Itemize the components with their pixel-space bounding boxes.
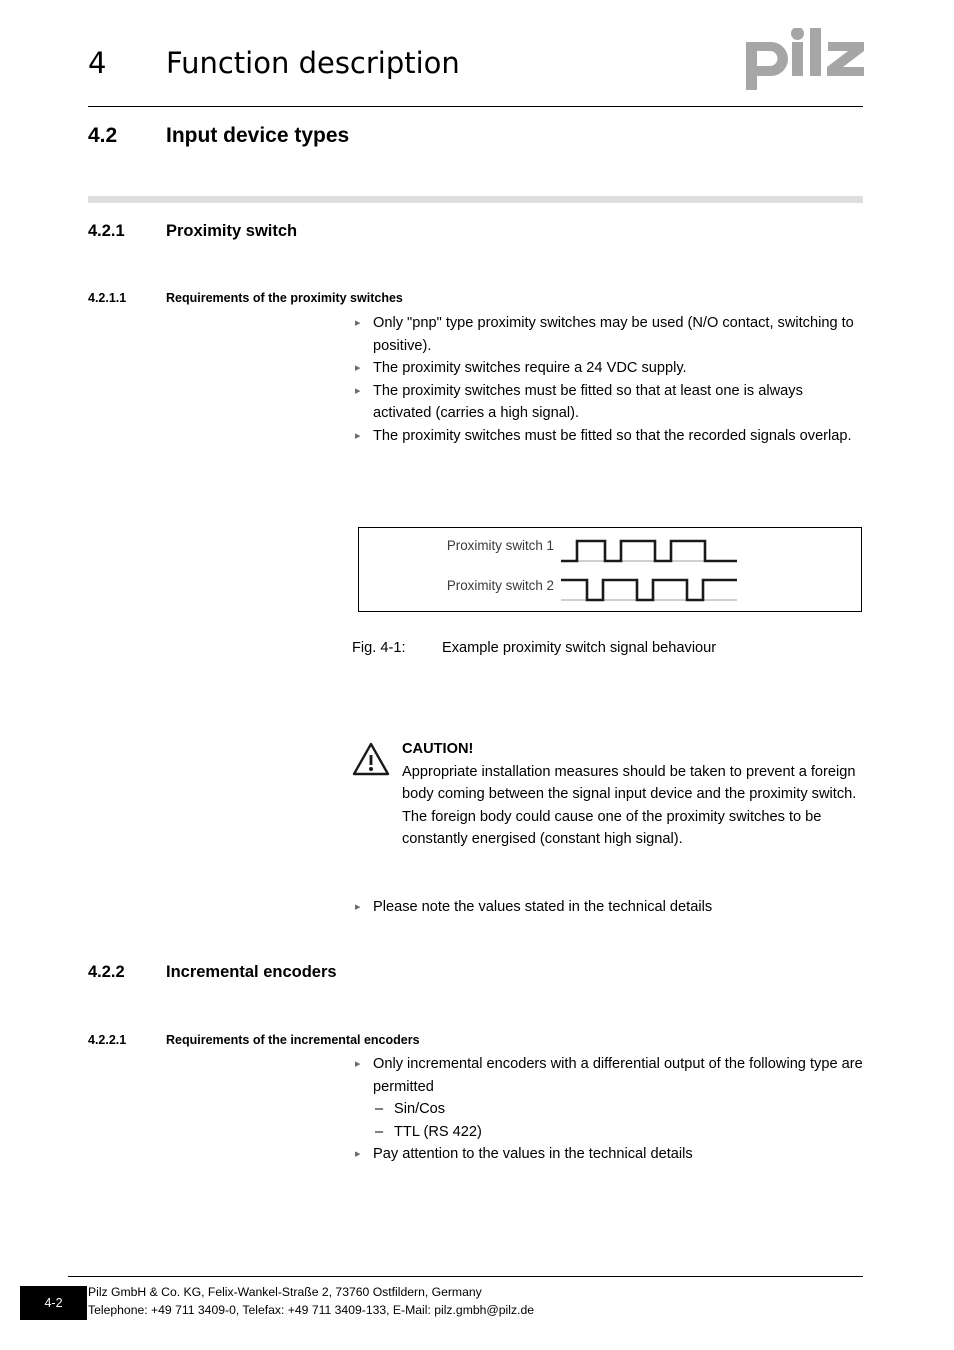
section-heading-4-2-1-1: 4.2.1.1 Requirements of the proximity sw… xyxy=(88,291,403,305)
footer-address: Pilz GmbH & Co. KG, Felix-Wankel-Straße … xyxy=(88,1284,534,1319)
subsubsection-title: Requirements of the incremental encoders xyxy=(166,1033,420,1047)
subsection-number: 4.2.2 xyxy=(88,963,125,981)
chapter-heading: 4 Function description xyxy=(88,46,728,80)
caution-title: CAUTION! xyxy=(402,741,474,757)
figure-caption: Fig. 4-1: Example proximity switch signa… xyxy=(352,640,716,656)
figure-caption-number: Fig. 4-1: xyxy=(352,640,406,656)
caution-text: Appropriate installation measures should… xyxy=(402,763,857,848)
footer-divider xyxy=(68,1276,863,1277)
subsection-title: Proximity switch xyxy=(166,222,298,240)
subsubsection-number: 4.2.2.1 xyxy=(88,1033,127,1047)
list-item: ▸ Only "pnp" type proximity switches may… xyxy=(352,312,864,357)
subsection-title: Incremental encoders xyxy=(166,963,337,981)
list-item: ▸ Please note the values stated in the t… xyxy=(352,896,864,919)
list-item-text: The proximity switches require a 24 VDC … xyxy=(373,360,687,377)
list-item: ▸ Pay attention to the values in the tec… xyxy=(352,1143,864,1166)
chapter-title: Function description xyxy=(166,46,460,80)
waveform-label-2: Proximity switch 2 xyxy=(446,578,554,593)
bullet-triangle-icon: ▸ xyxy=(355,317,361,329)
list-item-text: Please note the values stated in the tec… xyxy=(373,899,713,915)
bullet-triangle-icon: ▸ xyxy=(355,1148,361,1161)
caution-block: CAUTION! Appropriate installation measur… xyxy=(352,738,864,851)
section-heading-4-2-1: 4.2.1 Proximity switch xyxy=(88,222,297,241)
footer-line-1: Pilz GmbH & Co. KG, Felix-Wankel-Straße … xyxy=(88,1285,482,1299)
bullet-triangle-icon: ▸ xyxy=(355,384,361,397)
list-sub-item: – Sin/Cos xyxy=(373,1098,864,1121)
list-item-text: Only incremental encoders with a differe… xyxy=(373,1056,863,1095)
requirements-list-encoders: ▸ Only incremental encoders with a diffe… xyxy=(352,1053,864,1166)
list-item-text: The proximity switches must be fitted so… xyxy=(373,382,803,422)
warning-triangle-icon xyxy=(352,742,390,776)
section-title: Input device types xyxy=(166,124,350,147)
footer-line-2: Telephone: +49 711 3409-0, Telefax: +49 … xyxy=(88,1302,534,1317)
bullet-triangle-icon: ▸ xyxy=(355,362,361,375)
bullet-triangle-icon: ▸ xyxy=(355,1058,361,1070)
subsubsection-number: 4.2.1.1 xyxy=(88,291,127,305)
requirements-list-proximity: ▸ Only "pnp" type proximity switches may… xyxy=(352,312,864,448)
waveform-graphic xyxy=(561,539,737,602)
dash-icon: – xyxy=(375,1123,384,1140)
list-item-text: The proximity switches must be fitted so… xyxy=(373,427,852,444)
section-number: 4.2 xyxy=(88,124,118,147)
page-number-badge: 4-2 xyxy=(20,1286,87,1320)
subsubsection-title: Requirements of the proximity switches xyxy=(166,291,403,305)
section-heading-4-2-2: 4.2.2 Incremental encoders xyxy=(88,963,337,982)
pilz-logo xyxy=(746,27,866,90)
technical-details-note: ▸ Please note the values stated in the t… xyxy=(352,896,864,919)
waveform-label-1: Proximity switch 1 xyxy=(446,538,554,553)
list-item: ▸ The proximity switches require a 24 VD… xyxy=(352,357,864,380)
bullet-triangle-icon: ▸ xyxy=(355,429,361,442)
signal-diagram-figure: Proximity switch 1 Proximity switch 2 xyxy=(358,527,862,612)
header-divider xyxy=(88,106,863,107)
figure-caption-text: Example proximity switch signal behaviou… xyxy=(442,640,717,656)
list-sub-item: – TTL (RS 422) xyxy=(373,1121,864,1144)
list-item: ▸ The proximity switches must be fitted … xyxy=(352,380,864,425)
section-accent-bar xyxy=(88,196,863,203)
subsection-number: 4.2.1 xyxy=(88,222,125,240)
chapter-number: 4 xyxy=(88,46,107,80)
list-sub-item-text: Sin/Cos xyxy=(394,1101,446,1118)
list-item-text: Only "pnp" type proximity switches may b… xyxy=(373,315,854,354)
list-item-text: Pay attention to the values in the techn… xyxy=(373,1146,693,1163)
section-heading-4-2: 4.2 Input device types xyxy=(88,124,349,148)
dash-icon: – xyxy=(375,1101,384,1118)
bullet-triangle-icon: ▸ xyxy=(355,901,361,913)
section-heading-4-2-2-1: 4.2.2.1 Requirements of the incremental … xyxy=(88,1033,420,1047)
list-sub-item-text: TTL (RS 422) xyxy=(394,1123,482,1140)
list-item: ▸ The proximity switches must be fitted … xyxy=(352,425,864,448)
list-item: ▸ Only incremental encoders with a diffe… xyxy=(352,1053,864,1098)
